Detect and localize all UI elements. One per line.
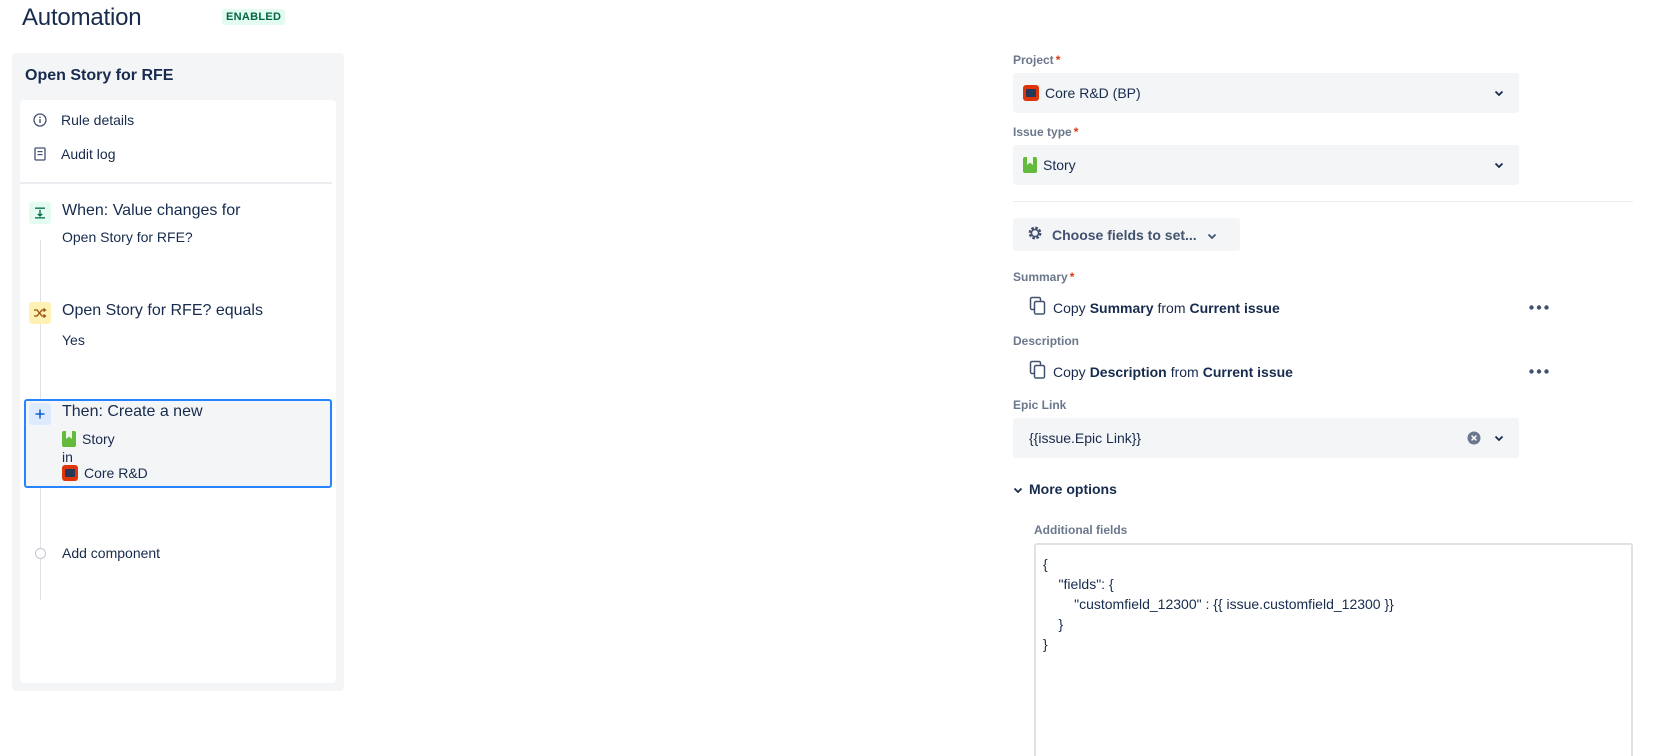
- summary-copy-row[interactable]: Copy Summary from Current issue: [1029, 296, 1284, 319]
- condition-subtitle: Yes: [62, 332, 85, 348]
- story-icon: [1023, 157, 1037, 173]
- info-icon: [32, 112, 48, 128]
- issue-type-label: Issue type *: [1013, 125, 1079, 139]
- clear-icon[interactable]: [1467, 431, 1481, 445]
- chevron-down-icon: [1491, 157, 1507, 173]
- rule-details-link[interactable]: Rule details: [32, 112, 134, 128]
- story-icon: [62, 431, 76, 447]
- description-more-button[interactable]: [1525, 361, 1553, 381]
- action-project-label: Core R&D: [84, 465, 148, 481]
- action-project: Core R&D: [62, 465, 148, 481]
- rule-panel: Open Story for RFE Rule details Audit lo…: [12, 53, 344, 691]
- project-select[interactable]: Core R&D (BP): [1013, 73, 1519, 113]
- project-label: Project *: [1013, 53, 1061, 67]
- page-title: Automation: [22, 4, 142, 31]
- chevron-down-icon: [1207, 227, 1217, 243]
- trigger-title: When: Value changes for: [62, 202, 241, 219]
- action-issue-type: Story: [62, 431, 115, 447]
- issue-type-select[interactable]: Story: [1013, 145, 1519, 185]
- issue-type-value: Story: [1043, 157, 1076, 173]
- status-badge: ENABLED: [222, 9, 286, 25]
- add-component-label: Add component: [62, 545, 161, 561]
- more-icon: [1529, 304, 1549, 310]
- epic-link-label: Epic Link: [1013, 398, 1067, 412]
- page-header: Automation: [22, 4, 142, 32]
- copy-icon: [1029, 360, 1047, 383]
- choose-fields-button[interactable]: Choose fields to set...: [1013, 218, 1240, 251]
- action-connector: in: [62, 449, 73, 465]
- gear-icon: [1026, 224, 1044, 245]
- chevron-down-icon: [1013, 481, 1023, 497]
- more-icon: [1529, 368, 1549, 374]
- project-value: Core R&D (BP): [1045, 85, 1141, 101]
- copy-icon: [1029, 296, 1047, 319]
- choose-fields-label: Choose fields to set...: [1052, 226, 1197, 243]
- summary-label: Summary *: [1013, 270, 1075, 284]
- trigger-subtitle: Open Story for RFE?: [62, 229, 193, 245]
- action-component[interactable]: Then: Create a new Story in Core R&D: [24, 399, 332, 488]
- chevron-down-icon[interactable]: [1491, 430, 1507, 446]
- add-component-dot-icon: [35, 548, 46, 559]
- audit-log-label: Audit log: [61, 146, 116, 162]
- summary-more-button[interactable]: [1525, 297, 1553, 317]
- rule-name: Open Story for RFE: [25, 67, 174, 84]
- more-options-label: More options: [1029, 481, 1117, 497]
- epic-link-input[interactable]: {{issue.Epic Link}}: [1013, 418, 1519, 458]
- rule-details-label: Rule details: [61, 112, 135, 128]
- description-copy-row[interactable]: Copy Description from Current issue: [1029, 360, 1297, 383]
- more-options-toggle[interactable]: More options: [1013, 481, 1117, 497]
- menu-divider: [20, 182, 332, 184]
- epic-link-value: {{issue.Epic Link}}: [1029, 430, 1142, 446]
- description-label: Description: [1013, 334, 1080, 348]
- chevron-down-icon: [1491, 85, 1507, 101]
- additional-fields-textarea[interactable]: { "fields": { "customfield_12300" : {{ i…: [1034, 543, 1633, 756]
- audit-log-icon: [32, 146, 48, 162]
- trigger-icon: [29, 202, 51, 224]
- action-title: Then: Create a new: [62, 403, 203, 420]
- form-divider: [1013, 201, 1633, 202]
- condition-title: Open Story for RFE? equals: [62, 302, 263, 319]
- additional-fields-label: Additional fields: [1034, 523, 1128, 537]
- condition-shuffle-icon: [29, 302, 51, 324]
- action-issue-type-label: Story: [82, 431, 115, 447]
- rule-components-panel: Rule details Audit log When: Value chang…: [20, 100, 336, 683]
- audit-log-link[interactable]: Audit log: [32, 146, 115, 162]
- project-icon: [1023, 85, 1039, 101]
- plus-icon: [29, 403, 51, 425]
- project-icon: [62, 465, 78, 481]
